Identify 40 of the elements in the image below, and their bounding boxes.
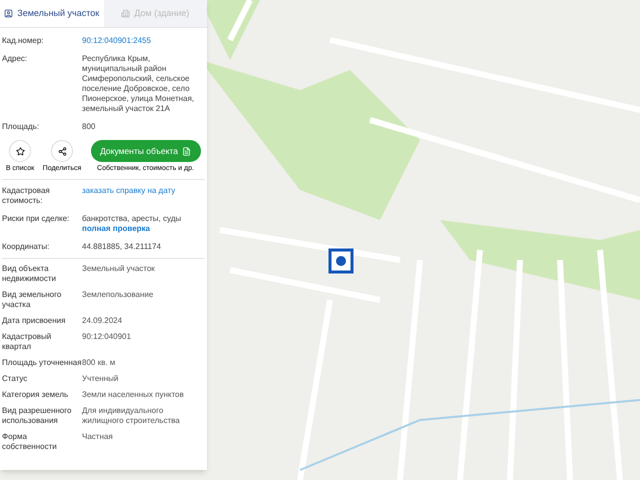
tab[interactable]: Земельный участок (0, 0, 104, 27)
field-value: банкротства, аресты, суды (82, 214, 182, 224)
share-icon (58, 146, 66, 156)
field-link[interactable]: заказать справку на дату (82, 186, 176, 196)
field-value: 800 кв. м (82, 358, 116, 366)
field-link[interactable]: 90:12:040901:2455 (82, 36, 151, 46)
document-icon (182, 146, 191, 156)
field-value: 90:12:040901 (82, 332, 131, 342)
field-value: Частная (82, 432, 113, 442)
field-label: Кад.номер: (2, 36, 44, 46)
field-label: Вид разрешенного использования (2, 406, 72, 426)
field-value: 44.881885, 34.211174 (82, 242, 161, 252)
field-value: 800 (82, 122, 96, 132)
field-value: Учтенный (82, 374, 118, 384)
field-label: Вид объекта недвижимости (2, 264, 57, 284)
field-label: Площадь уточненная (2, 358, 82, 368)
field-label: Статус (2, 374, 28, 384)
field-label: Адрес: (2, 54, 28, 65)
field-label: Координаты: (2, 242, 50, 252)
share-button[interactable] (51, 140, 73, 162)
field-label: Кадастровая стоимость: (2, 186, 51, 206)
field-value: Земельный участок (82, 264, 155, 275)
field-label: Дата присвоения (2, 316, 66, 326)
field-label: Кадастровый квартал (2, 332, 52, 352)
building-icon (121, 9, 130, 18)
field-label: Площадь: (2, 122, 40, 132)
field-value: Для индивидуального жилищного строительства (82, 406, 181, 426)
field-value: Землепользование (82, 290, 154, 300)
star-icon (16, 146, 24, 156)
field-label: Категория земель (2, 390, 70, 400)
land-icon (4, 9, 14, 18)
field-value: Земли населенных пунктов (82, 390, 184, 400)
field-label: Форма собственности (2, 432, 58, 452)
documents-button[interactable]: Документы объекта (90, 140, 200, 162)
field-label: Риски при сделке: (2, 214, 70, 225)
favorite-button[interactable] (9, 140, 31, 162)
field-value: 24.09.2024 (82, 316, 122, 326)
field-label: Вид земельного участка (2, 290, 62, 310)
full-check-link[interactable]: полная проверка (82, 224, 182, 234)
field-value: Республика Крым, муниципальный район Симферопольский, сельское поселение Добровское, село Пионерское, улица Монетная, земельный участок 21А (82, 54, 196, 114)
